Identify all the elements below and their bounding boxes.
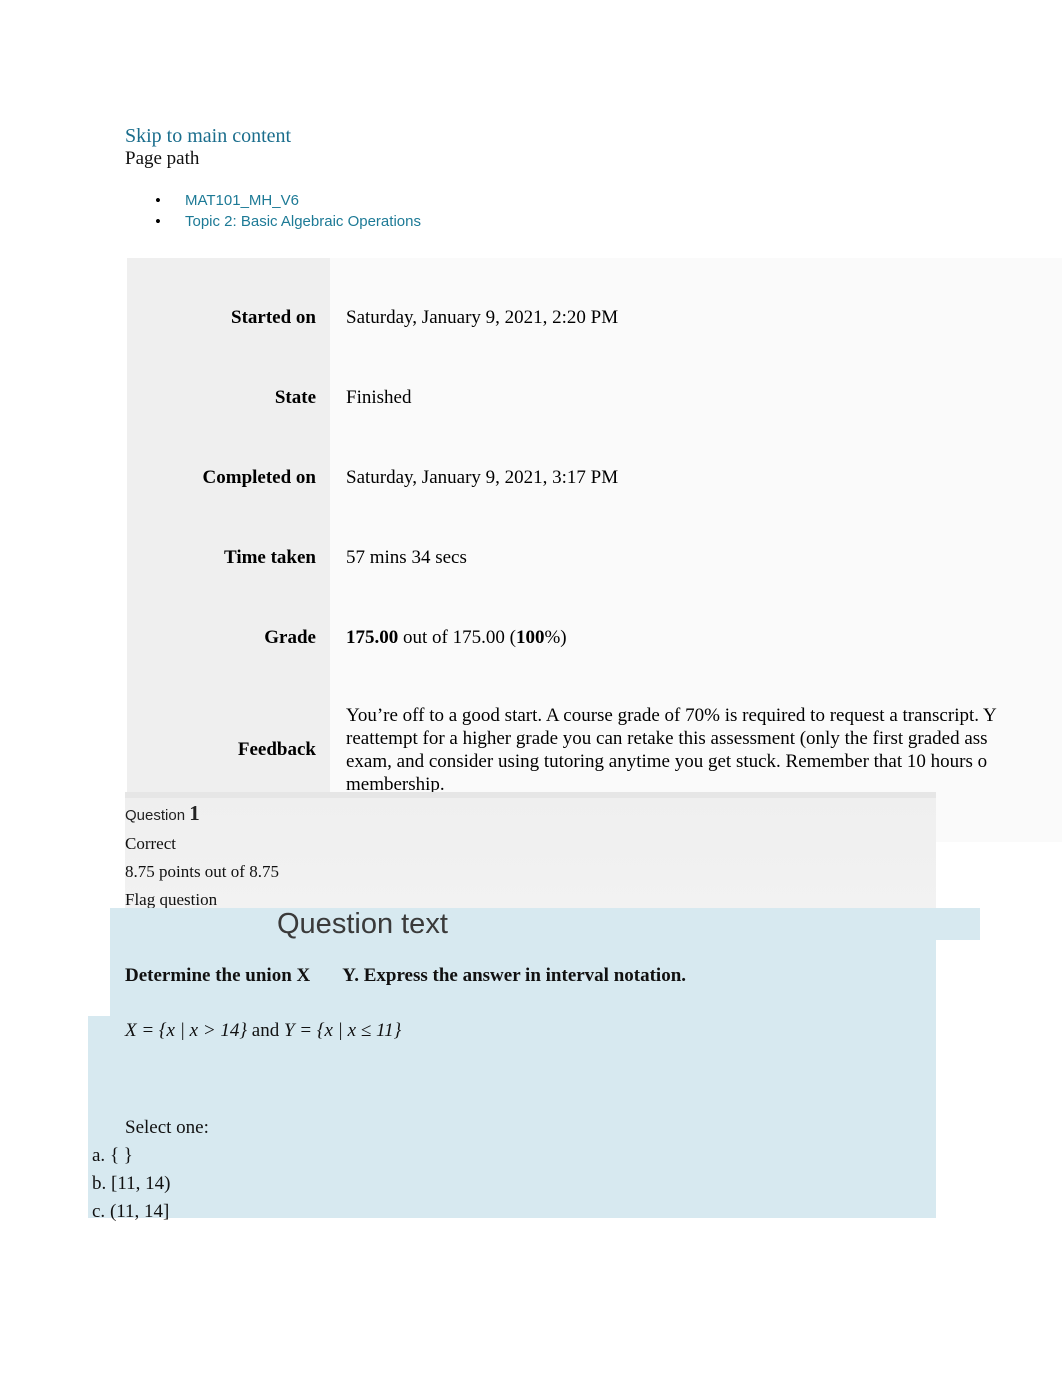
option-text: [11, 14) (111, 1173, 171, 1194)
table-spacer-row (127, 418, 1062, 458)
question-prompt: Determine the union X Y. Express the answ… (125, 963, 686, 989)
bullet-icon: • (155, 212, 161, 231)
option-text: { } (109, 1145, 133, 1166)
table-row-grade: Grade 175.00 out of 175.00 (100%) (127, 618, 1062, 658)
select-one-label: Select one: (125, 1117, 209, 1138)
table-spacer-row (127, 498, 1062, 538)
row-label: Started on (127, 298, 330, 338)
breadcrumb: • MAT101_MH_V6 • Topic 2: Basic Algebrai… (125, 190, 825, 232)
table-spacer-row (127, 258, 1062, 298)
row-label: Grade (127, 618, 330, 658)
question-number-label: Question (125, 807, 186, 824)
question-set-definitions: X = {x | x > 14} and Y = {x | x ≤ 11} (125, 1018, 401, 1044)
answer-option-a[interactable]: a. { } (92, 1142, 170, 1170)
option-letter: b. (92, 1173, 107, 1194)
option-letter: c. (92, 1201, 106, 1222)
set-conjunction: and (247, 1020, 284, 1041)
table-spacer-row (127, 658, 1062, 698)
table-spacer-row (127, 578, 1062, 618)
spacer-cell (330, 258, 1062, 298)
row-value: 57 mins 34 secs (330, 538, 1062, 578)
question-text-heading: Question text (277, 908, 448, 940)
feedback-line: You’re off to a good start. A course gra… (346, 705, 997, 726)
answer-options-list: a. { } b. [11, 14) c. (11, 14] (92, 1142, 170, 1226)
spacer-cell (127, 258, 330, 298)
table-spacer-row (127, 338, 1062, 378)
spacer-cell (330, 338, 1062, 378)
flag-question-button[interactable]: Flag question (125, 890, 217, 910)
grade-middle: out of 175.00 ( (398, 627, 516, 648)
question-number-value: 1 (189, 801, 200, 825)
question-body-panel (88, 908, 936, 1218)
answer-option-c[interactable]: c. (11, 14] (92, 1198, 170, 1226)
table-row-time-taken: Time taken 57 mins 34 secs (127, 538, 1062, 578)
breadcrumb-item: • Topic 2: Basic Algebraic Operations (125, 211, 825, 232)
row-value: Finished (330, 378, 1062, 418)
row-label: State (127, 378, 330, 418)
question-points: 8.75 points out of 8.75 (125, 862, 279, 881)
attempt-summary-table: Started on Saturday, January 9, 2021, 2:… (127, 258, 1062, 842)
spacer-cell (127, 658, 330, 698)
spacer-cell (330, 498, 1062, 538)
row-value-grade: 175.00 out of 175.00 (100%) (330, 618, 1062, 658)
option-letter: a. (92, 1145, 106, 1166)
skip-to-main-content-link[interactable]: Skip to main content (125, 124, 291, 148)
set-y-definition: Y = {x | x ≤ 11} (283, 1020, 402, 1041)
spacer-cell (127, 578, 330, 618)
spacer-cell (127, 418, 330, 458)
question-prompt-before: Determine the union X (125, 965, 311, 986)
question-number: Question 1 (125, 801, 200, 826)
panel-mask-right (936, 940, 982, 1222)
question-prompt-after: Y. Express the answer in interval notati… (342, 965, 687, 986)
page-path-label: Page path (125, 148, 200, 169)
grade-score: 175.00 (346, 627, 399, 648)
table-row-state: State Finished (127, 378, 1062, 418)
panel-mask-left (88, 908, 110, 1016)
breadcrumb-link-course[interactable]: MAT101_MH_V6 (185, 192, 299, 209)
row-label: Feedback (127, 698, 330, 802)
table-row-completed-on: Completed on Saturday, January 9, 2021, … (127, 458, 1062, 498)
spacer-cell (127, 338, 330, 378)
spacer-cell (330, 578, 1062, 618)
feedback-line: reattempt for a higher grade you can ret… (346, 728, 988, 749)
feedback-line: exam, and consider using tutoring anytim… (346, 751, 988, 772)
question-state: Correct (125, 834, 176, 853)
option-text: (11, 14] (109, 1201, 170, 1222)
bullet-icon: • (155, 191, 161, 210)
grade-suffix: %) (544, 627, 567, 648)
row-label: Time taken (127, 538, 330, 578)
question-info-panel: Question 1 Correct 8.75 points out of 8.… (125, 792, 936, 914)
answer-option-b[interactable]: b. [11, 14) (92, 1170, 170, 1198)
row-label: Completed on (127, 458, 330, 498)
row-value-feedback: You’re off to a good start. A course gra… (330, 698, 1062, 802)
breadcrumb-link-topic[interactable]: Topic 2: Basic Algebraic Operations (185, 213, 421, 230)
spacer-cell (330, 658, 1062, 698)
row-value: Saturday, January 9, 2021, 3:17 PM (330, 458, 1062, 498)
breadcrumb-item: • MAT101_MH_V6 (125, 190, 825, 211)
table-row-feedback: Feedback You’re off to a good start. A c… (127, 698, 1062, 802)
grade-percent: 100 (515, 627, 545, 648)
table-row-started-on: Started on Saturday, January 9, 2021, 2:… (127, 298, 1062, 338)
row-value: Saturday, January 9, 2021, 2:20 PM (330, 298, 1062, 338)
spacer-cell (127, 498, 330, 538)
spacer-cell (330, 418, 1062, 458)
set-x-definition: X = {x | x > 14} (125, 1020, 248, 1041)
question-body-panel-top (110, 908, 980, 940)
